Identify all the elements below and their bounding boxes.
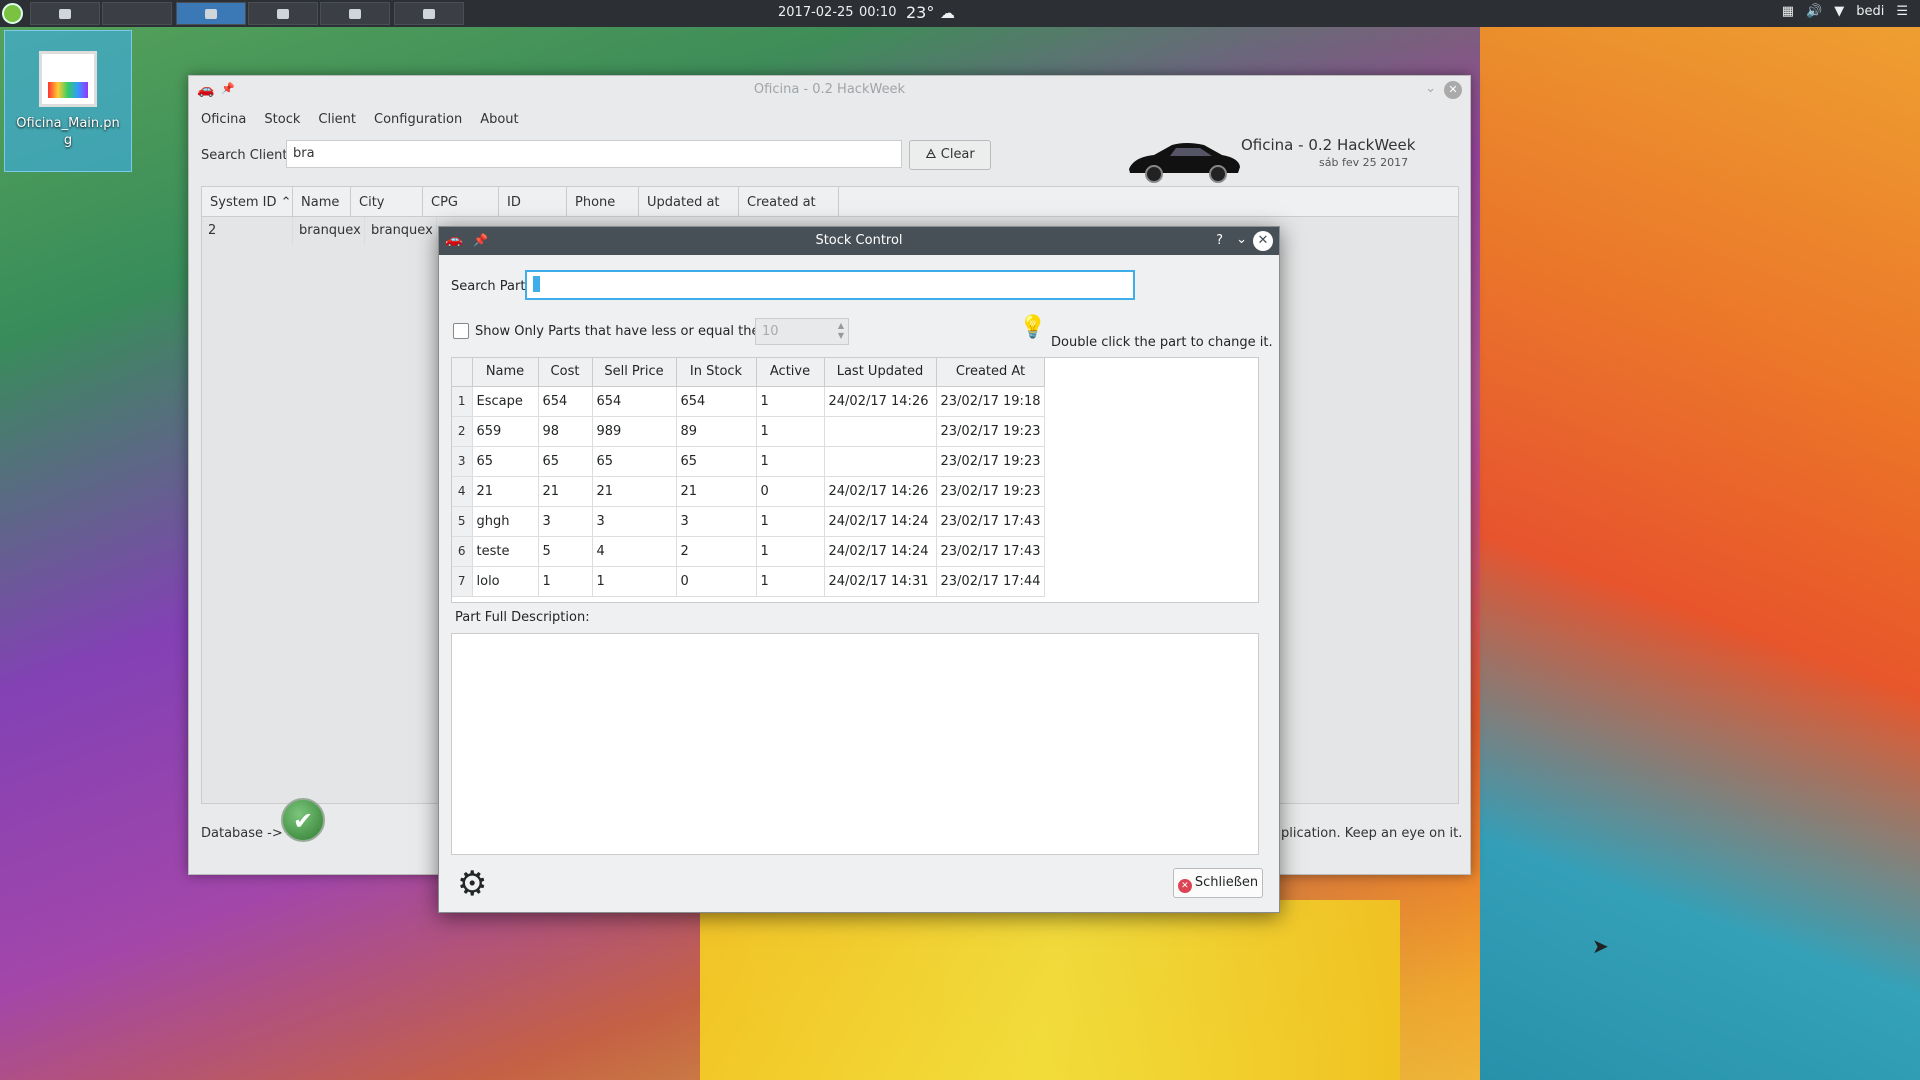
cell-system-id: 2 <box>202 217 293 245</box>
panel-temperature[interactable]: 23° <box>906 3 934 22</box>
sort-ascending-icon: ⌃ <box>280 195 292 210</box>
panel-date[interactable]: 2017-02-25 <box>778 5 854 20</box>
menu-icon[interactable]: ☰ <box>1896 4 1908 19</box>
desktop-file-label: Oficina_Main.png <box>16 116 120 148</box>
low-stock-checkbox[interactable] <box>453 323 469 339</box>
taskbar-item-1[interactable] <box>30 2 100 25</box>
gear-car-icon: ⚙ <box>457 864 488 904</box>
search-client-label: Search Client <box>201 148 288 163</box>
col-last-updated[interactable]: Last Updated <box>824 358 937 387</box>
help-icon[interactable]: ? <box>1216 233 1223 248</box>
spin-arrows-icon[interactable]: ▲ ▼ <box>838 321 844 341</box>
clear-button-label: Clear <box>940 147 975 162</box>
close-button-label: Schließen <box>1194 875 1259 890</box>
col-cpg[interactable]: CPG <box>423 187 499 216</box>
wallpaper-right <box>1480 27 1920 1080</box>
weather-cloud-icon[interactable]: ☁ <box>940 4 955 22</box>
clear-icon: 🜁 <box>925 147 941 162</box>
row-number-header <box>452 358 473 387</box>
table-row[interactable]: 6 teste 5 4 2 1 24/02/17 14:24 23/02/17 17:43 <box>452 536 1046 567</box>
col-in-stock[interactable]: In Stock <box>676 358 757 387</box>
network-icon[interactable]: ▼ <box>1834 4 1844 19</box>
taskbar-item-5[interactable] <box>320 2 390 25</box>
low-stock-spinbox[interactable]: 10 ▲ ▼ <box>755 318 849 345</box>
taskbar-item-4[interactable] <box>248 2 318 25</box>
col-name[interactable]: Name <box>472 358 539 387</box>
col-created-at[interactable]: Created at <box>739 187 839 216</box>
menu-stock[interactable]: Stock <box>264 112 300 127</box>
panel-time[interactable]: 00:10 <box>859 5 896 20</box>
clear-button[interactable]: 🜁 Clear <box>909 140 991 170</box>
col-city[interactable]: City <box>351 187 423 216</box>
desktop-file-icon[interactable]: Oficina_Main.png <box>4 30 132 172</box>
image-thumbnail-icon <box>39 51 97 107</box>
table-row[interactable]: 5 ghgh 3 3 3 1 24/02/17 14:24 23/02/17 17:43 <box>452 506 1046 537</box>
taskbar-item-6[interactable] <box>394 2 464 25</box>
stock-table[interactable]: Name Cost Sell Price In Stock Active Las… <box>451 357 1259 603</box>
menu-oficina[interactable]: Oficina <box>201 112 246 127</box>
dialog-titlebar[interactable]: 🚗 📌 Stock Control ? ⌄ ✕ <box>439 227 1279 255</box>
minimize-icon[interactable]: ⌄ <box>1425 81 1436 96</box>
top-panel: 2017-02-25 00:10 23° ☁ ▦ 🔊 ▼ bedi ☰ <box>0 0 1920 27</box>
col-cost[interactable]: Cost <box>538 358 593 387</box>
status-message: plication. Keep an eye on it. <box>1281 826 1463 841</box>
col-id[interactable]: ID <box>499 187 567 216</box>
client-table-header: System ID ⌃ Name City CPG ID Phone Updat… <box>202 187 1458 217</box>
low-stock-label: Show Only Parts that have less or equal … <box>475 324 773 339</box>
text-cursor <box>533 276 540 292</box>
close-icon[interactable]: ✕ <box>1444 81 1462 99</box>
part-description-label: Part Full Description: <box>455 610 590 625</box>
minimize-icon[interactable]: ⌄ <box>1236 232 1247 247</box>
search-part-label: Search Part <box>451 279 526 294</box>
search-client-input[interactable]: bra <box>286 140 902 168</box>
database-label: Database -> <box>201 826 283 841</box>
main-titlebar[interactable]: 🚗 📌 Oficina - 0.2 HackWeek ⌄ ✕ <box>189 76 1470 104</box>
table-row[interactable]: 4 21 21 21 21 0 24/02/17 14:26 23/02/17 19:23 <box>452 476 1046 507</box>
col-name[interactable]: Name <box>293 187 351 216</box>
stock-table-header: Name Cost Sell Price In Stock Active Las… <box>452 358 1046 387</box>
search-part-input[interactable] <box>526 271 1134 299</box>
taskbar-item-2[interactable] <box>102 2 172 25</box>
low-stock-value: 10 <box>762 324 779 339</box>
cell-name: branquex <box>293 217 365 245</box>
menubar: Oficina Stock Client Configuration About <box>201 112 519 127</box>
taskbar-item-3[interactable] <box>176 2 246 25</box>
close-circle-icon: ✕ <box>1177 879 1192 893</box>
col-sell-price[interactable]: Sell Price <box>592 358 677 387</box>
app-launcher-icon[interactable] <box>2 3 23 24</box>
table-row[interactable]: 3 65 65 65 65 1 23/02/17 19:23 <box>452 446 1046 477</box>
system-tray: ▦ 🔊 ▼ bedi ☰ <box>1782 4 1908 19</box>
car-logo-icon <box>1129 143 1240 183</box>
close-icon[interactable]: ✕ <box>1253 231 1273 251</box>
menu-about[interactable]: About <box>480 112 518 127</box>
volume-icon[interactable]: 🔊 <box>1806 4 1822 19</box>
app-title: Oficina - 0.2 HackWeek <box>1241 136 1416 154</box>
mouse-cursor-icon: ➤ <box>1592 934 1609 958</box>
main-window-title: Oficina - 0.2 HackWeek <box>753 82 906 97</box>
database-ok-check-icon: ✔ <box>281 798 325 842</box>
dialog-title: Stock Control <box>815 233 903 248</box>
col-active[interactable]: Active <box>756 358 825 387</box>
cell-city: branquex <box>365 217 437 245</box>
stock-control-dialog: 🚗 📌 Stock Control ? ⌄ ✕ Search Part Show… <box>438 226 1280 913</box>
hint-text: Double click the part to change it. <box>1051 335 1273 350</box>
menu-configuration[interactable]: Configuration <box>374 112 462 127</box>
col-system-id[interactable]: System ID ⌃ <box>202 187 293 216</box>
col-created-at[interactable]: Created At <box>936 358 1046 387</box>
calendar-icon[interactable]: ▦ <box>1782 4 1794 19</box>
table-row[interactable]: 2 659 98 989 89 1 23/02/17 19:23 <box>452 416 1046 447</box>
table-row[interactable]: 7 lolo 1 1 0 1 24/02/17 14:31 23/02/17 17:44 <box>452 566 1046 597</box>
part-description-textarea[interactable] <box>451 633 1259 855</box>
menu-client[interactable]: Client <box>318 112 356 127</box>
app-date: sáb fev 25 2017 <box>1319 156 1409 169</box>
lightbulb-icon: 💡 <box>1019 315 1047 340</box>
close-button[interactable]: ✕ Schließen <box>1173 868 1263 898</box>
panel-user[interactable]: bedi <box>1856 4 1884 19</box>
wallpaper-bottom <box>700 900 1400 1080</box>
col-phone[interactable]: Phone <box>567 187 639 216</box>
col-updated-at[interactable]: Updated at <box>639 187 739 216</box>
table-row[interactable]: 1 Escape 654 654 654 1 24/02/17 14:26 23/02/17 … <box>452 386 1046 417</box>
